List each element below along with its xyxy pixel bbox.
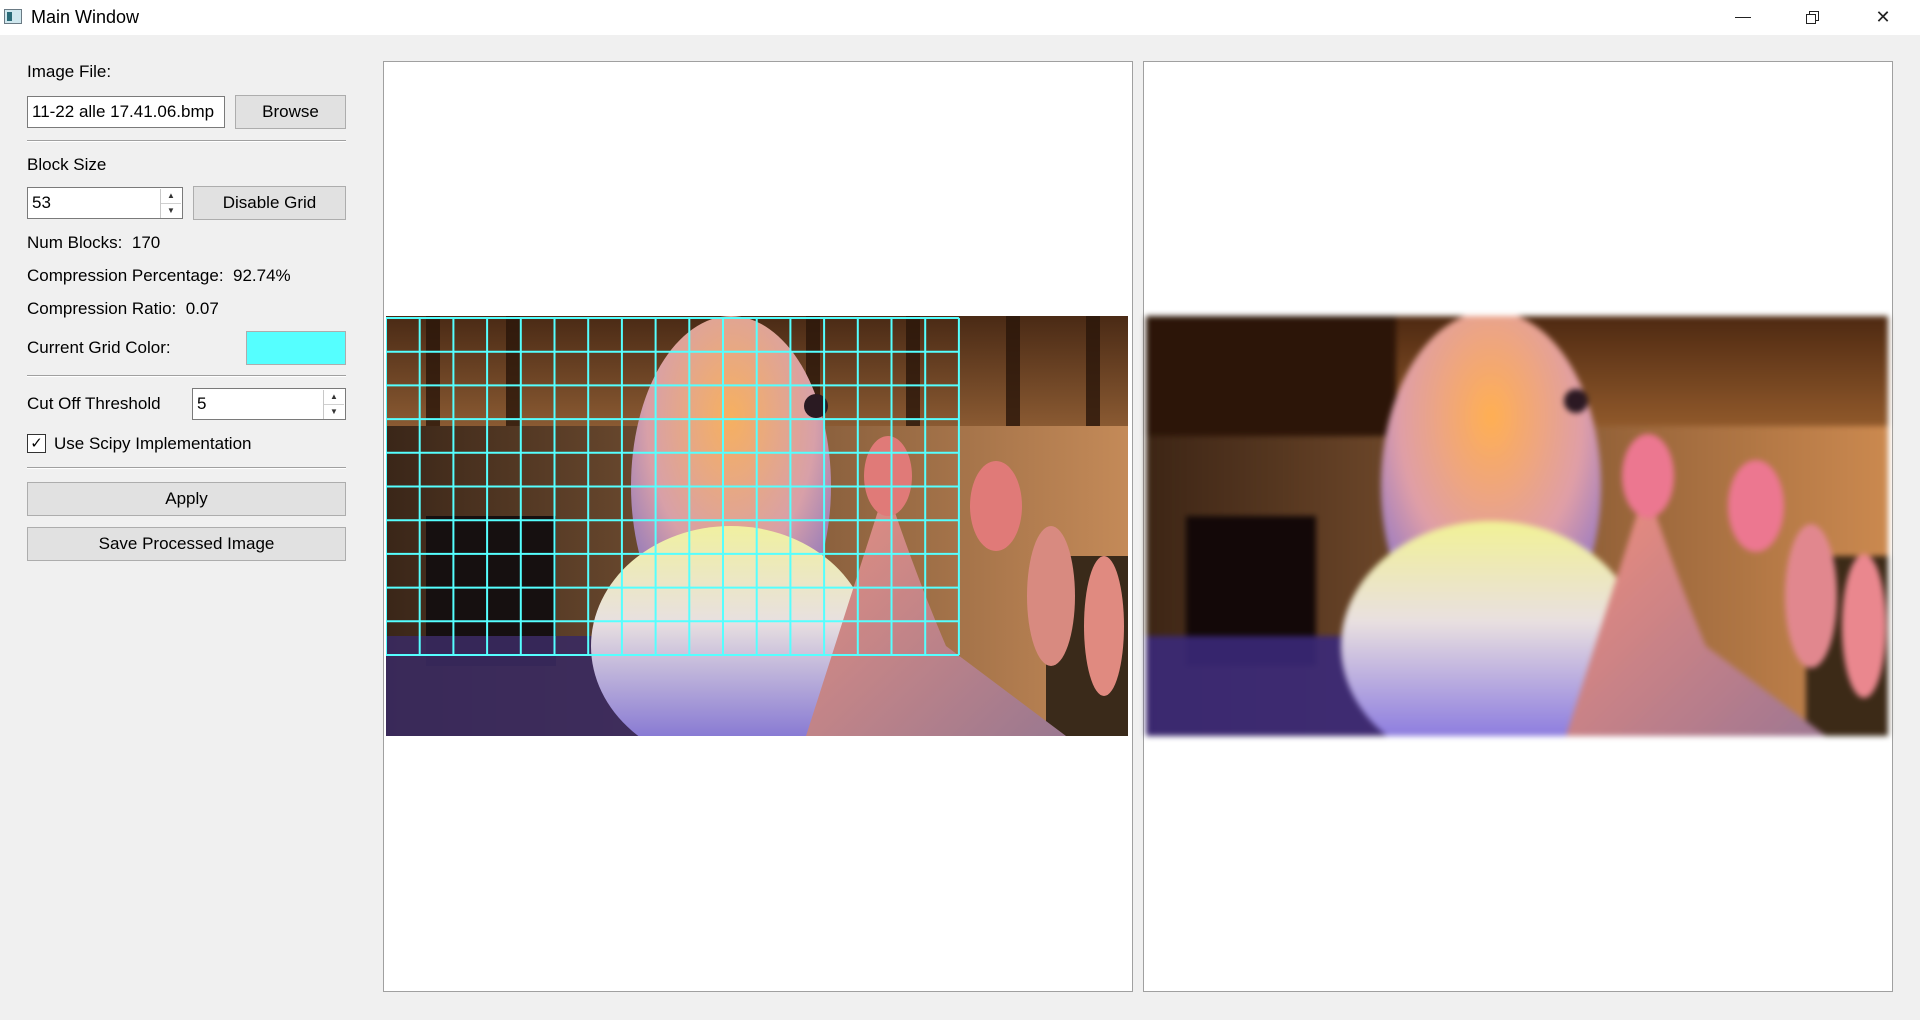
compression-percentage-value: 92.74%	[233, 266, 291, 285]
separator	[27, 140, 346, 142]
image-file-input[interactable]: 11-22 alle 17.41.06.bmp	[27, 96, 225, 128]
compression-percentage-label: Compression Percentage:	[27, 266, 224, 285]
compression-ratio-value: 0.07	[185, 299, 219, 318]
block-size-value: 53	[32, 193, 51, 212]
separator	[27, 467, 346, 469]
step-down-icon[interactable]: ▼	[161, 204, 181, 218]
restore-icon	[1806, 10, 1820, 25]
scipy-checkbox[interactable]: ✓	[27, 434, 46, 453]
close-button[interactable]: ✕	[1848, 0, 1918, 35]
threshold-value: 5	[197, 394, 207, 413]
compression-ratio-label: Compression Ratio:	[27, 299, 177, 318]
minimize-button[interactable]	[1708, 0, 1778, 35]
step-down-icon[interactable]: ▼	[324, 405, 344, 419]
compression-ratio-row: Compression Ratio: 0.07	[27, 299, 219, 319]
grid-overlay	[386, 317, 960, 656]
scipy-label[interactable]: Use Scipy Implementation	[54, 434, 251, 454]
num-blocks-label: Num Blocks:	[27, 233, 123, 252]
checkmark-icon: ✓	[30, 435, 43, 452]
grid-color-label: Current Grid Color:	[27, 338, 171, 357]
num-blocks-row: Num Blocks: 170	[27, 233, 160, 253]
save-processed-image-button[interactable]: Save Processed Image	[27, 527, 346, 561]
processed-image-content	[1146, 316, 1888, 736]
disable-grid-button[interactable]: Disable Grid	[193, 186, 346, 220]
threshold-stepper[interactable]: ▲ ▼	[323, 390, 344, 419]
browse-button[interactable]: Browse	[235, 95, 346, 129]
original-image-view	[383, 61, 1133, 992]
threshold-spinbox[interactable]: 5 ▲ ▼	[192, 388, 346, 420]
app-icon	[4, 9, 22, 24]
minimize-icon	[1735, 17, 1751, 18]
num-blocks-value: 170	[131, 233, 161, 252]
processed-image	[1146, 316, 1888, 736]
image-file-label: Image File:	[27, 62, 112, 81]
block-size-stepper[interactable]: ▲ ▼	[160, 189, 181, 218]
original-image	[386, 316, 1128, 736]
grid-color-swatch[interactable]	[246, 331, 346, 365]
title-bar: Main Window ✕	[0, 0, 1920, 35]
compression-percentage-row: Compression Percentage: 92.74%	[27, 266, 291, 286]
close-icon: ✕	[1875, 7, 1891, 27]
restore-button[interactable]	[1778, 0, 1848, 35]
processed-image-view	[1143, 61, 1893, 992]
block-size-spinbox[interactable]: 53 ▲ ▼	[27, 187, 183, 219]
window-title: Main Window	[31, 7, 140, 27]
apply-button[interactable]: Apply	[27, 482, 346, 516]
threshold-label: Cut Off Threshold	[27, 394, 161, 413]
block-size-label: Block Size	[27, 155, 107, 174]
separator	[27, 375, 346, 377]
